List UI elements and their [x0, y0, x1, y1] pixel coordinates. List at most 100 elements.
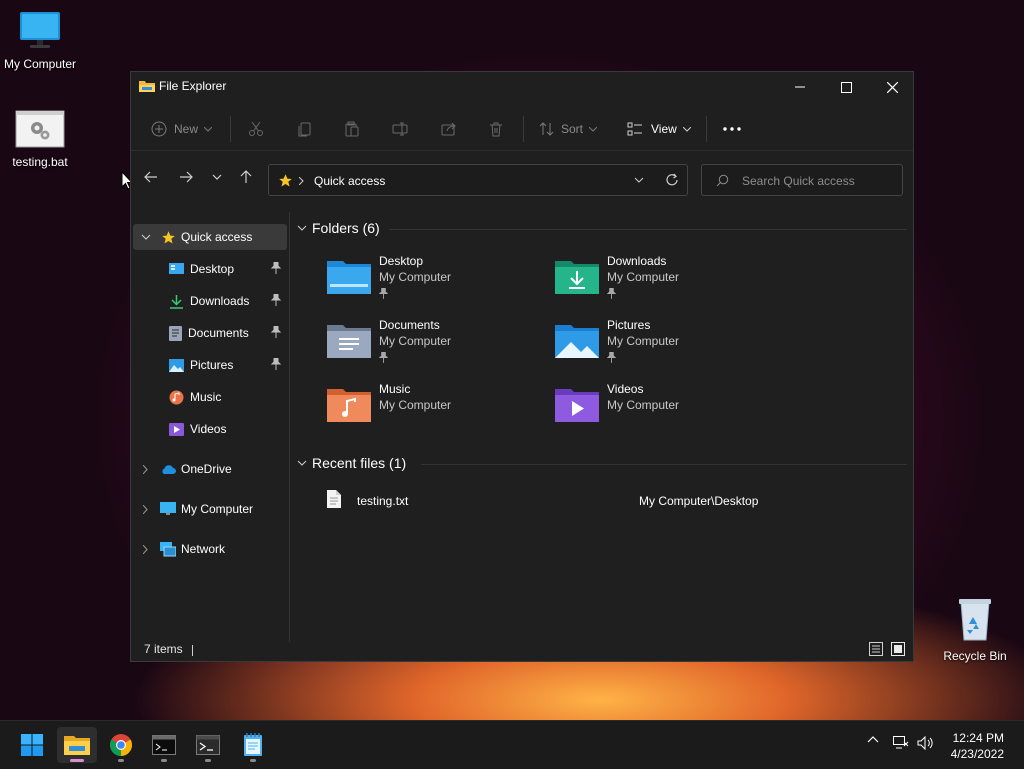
recent-locations-button[interactable] [203, 164, 231, 190]
status-separator [192, 645, 193, 656]
pin-icon [271, 326, 281, 338]
folder-tile-documents[interactable]: Documents My Computer [295, 314, 515, 370]
share-icon [441, 122, 456, 136]
view-button[interactable]: View [627, 108, 691, 150]
sidebar-item-network[interactable]: Network [133, 536, 287, 562]
new-label: New [174, 122, 199, 136]
folders-section-header[interactable]: Folders (6) [297, 220, 380, 236]
sidebar-item-videos[interactable]: Videos [133, 416, 287, 442]
pictures-folder-icon [555, 325, 599, 358]
chevron-down-icon [204, 126, 213, 132]
sidebar-item-onedrive[interactable]: OneDrive [133, 456, 287, 482]
see-more-button[interactable] [723, 108, 741, 150]
video-icon [169, 422, 184, 436]
taskbar-notepad[interactable] [233, 727, 273, 763]
videos-folder-icon [555, 389, 599, 422]
desktop-icon-my-computer[interactable]: My Computer [0, 10, 80, 71]
section-divider [389, 229, 907, 230]
content-pane: Folders (6) Desktop My Computer Download… [293, 212, 913, 639]
folder-location: My Computer [607, 334, 680, 348]
chevron-up-icon[interactable] [867, 735, 879, 743]
back-button[interactable] [137, 164, 165, 190]
taskbar-command-prompt[interactable] [144, 727, 184, 763]
sidebar-item-quick-access[interactable]: Quick access [133, 224, 287, 250]
address-bar[interactable]: Quick access [268, 164, 688, 196]
plus-circle-icon [151, 121, 167, 137]
document-icon [169, 325, 182, 341]
minimize-button[interactable] [777, 72, 823, 102]
folder-location: My Computer [607, 270, 680, 284]
sort-icon [539, 122, 554, 136]
taskbar-chrome[interactable] [101, 727, 141, 763]
refresh-icon[interactable] [665, 173, 679, 187]
taskbar: 12:24 PM 4/23/2022 [0, 720, 1024, 769]
recent-files-section-header[interactable]: Recent files (1) [297, 455, 406, 471]
folder-location: My Computer [379, 334, 452, 348]
sidebar-item-music[interactable]: Music [133, 384, 287, 410]
music-icon [169, 390, 184, 404]
network-status-icon[interactable] [893, 736, 909, 750]
address-dropdown-icon[interactable] [634, 177, 644, 183]
clock-time: 12:24 PM [952, 731, 1004, 745]
sidebar-item-label: Pictures [190, 358, 234, 372]
section-title: Recent files (1) [312, 455, 407, 471]
search-icon [716, 174, 729, 187]
desktop-icon-label: testing.bat [12, 155, 68, 169]
clock-date: 4/23/2022 [950, 747, 1004, 761]
toolbar-divider [706, 116, 707, 142]
running-indicator [161, 759, 167, 762]
maximize-button[interactable] [823, 72, 869, 102]
new-button[interactable]: New [151, 108, 213, 150]
sort-button[interactable]: Sort [539, 108, 598, 150]
toolbar-divider [230, 116, 231, 142]
folder-name: Music [379, 382, 411, 396]
folder-tile-downloads[interactable]: Downloads My Computer [523, 250, 743, 306]
title-bar[interactable]: File Explorer [131, 72, 913, 102]
desktop-icon-label: Recycle Bin [943, 649, 1007, 663]
forward-button[interactable] [172, 164, 200, 190]
details-view-icon[interactable] [869, 642, 883, 656]
command-bar: New Sort View [131, 108, 913, 151]
desktop-icon-recycle-bin[interactable]: Recycle Bin [935, 596, 1015, 663]
chevron-down-icon [141, 234, 151, 240]
taskbar-terminal[interactable] [188, 727, 228, 763]
start-button[interactable] [12, 727, 52, 763]
sidebar-item-documents[interactable]: Documents [133, 320, 287, 346]
sidebar-item-desktop[interactable]: Desktop [133, 256, 287, 282]
recent-file-path: My Computer\Desktop [639, 494, 759, 508]
search-input[interactable]: Search Quick access [701, 164, 903, 196]
delete-button[interactable] [488, 108, 504, 150]
cloud-icon [162, 464, 176, 474]
folder-name: Videos [607, 382, 644, 396]
search-placeholder: Search Quick access [742, 174, 855, 188]
rename-button[interactable] [392, 108, 408, 150]
cut-button[interactable] [248, 108, 264, 150]
item-count: 7 items [144, 642, 183, 656]
volume-icon[interactable] [917, 736, 935, 750]
desktop-icon-testing-bat[interactable]: testing.bat [0, 110, 80, 169]
running-indicator [250, 759, 256, 762]
taskbar-file-explorer[interactable] [57, 727, 97, 763]
folder-tile-music[interactable]: Music My Computer [295, 378, 515, 434]
close-button[interactable] [869, 72, 915, 102]
sidebar-item-my-computer[interactable]: My Computer [133, 496, 287, 522]
trash-icon [490, 122, 502, 137]
folder-tile-videos[interactable]: Videos My Computer [523, 378, 743, 434]
folder-tile-pictures[interactable]: Pictures My Computer [523, 314, 743, 370]
folder-tile-desktop[interactable]: Desktop My Computer [295, 250, 515, 306]
share-button[interactable] [441, 108, 457, 150]
large-icons-view-icon[interactable] [891, 642, 905, 656]
up-button[interactable] [232, 164, 260, 190]
chevron-down-icon [589, 126, 598, 132]
arrow-left-icon [144, 171, 157, 183]
address-location: Quick access [314, 174, 386, 188]
paste-button[interactable] [344, 108, 360, 150]
copy-button[interactable] [297, 108, 313, 150]
arrow-up-icon [240, 170, 252, 183]
sidebar-item-downloads[interactable]: Downloads [133, 288, 287, 314]
chevron-down-icon [682, 126, 691, 132]
sidebar-item-pictures[interactable]: Pictures [133, 352, 287, 378]
recent-file-row[interactable]: testing.txt My Computer\Desktop [323, 488, 903, 514]
system-clock[interactable]: 12:24 PM 4/23/2022 [951, 730, 1004, 762]
sidebar-item-label: Desktop [190, 262, 235, 276]
